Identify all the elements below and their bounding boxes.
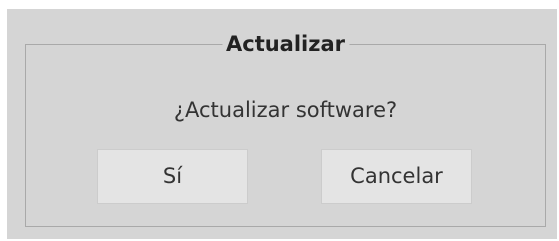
dialog-title: Actualizar: [221, 30, 350, 58]
update-dialog: Actualizar ¿Actualizar software? Sí Canc…: [7, 9, 557, 239]
yes-button[interactable]: Sí: [97, 149, 248, 204]
update-groupbox: Actualizar ¿Actualizar software? Sí Canc…: [25, 30, 546, 227]
cancel-button[interactable]: Cancelar: [321, 149, 472, 204]
dialog-message: ¿Actualizar software?: [173, 98, 398, 122]
